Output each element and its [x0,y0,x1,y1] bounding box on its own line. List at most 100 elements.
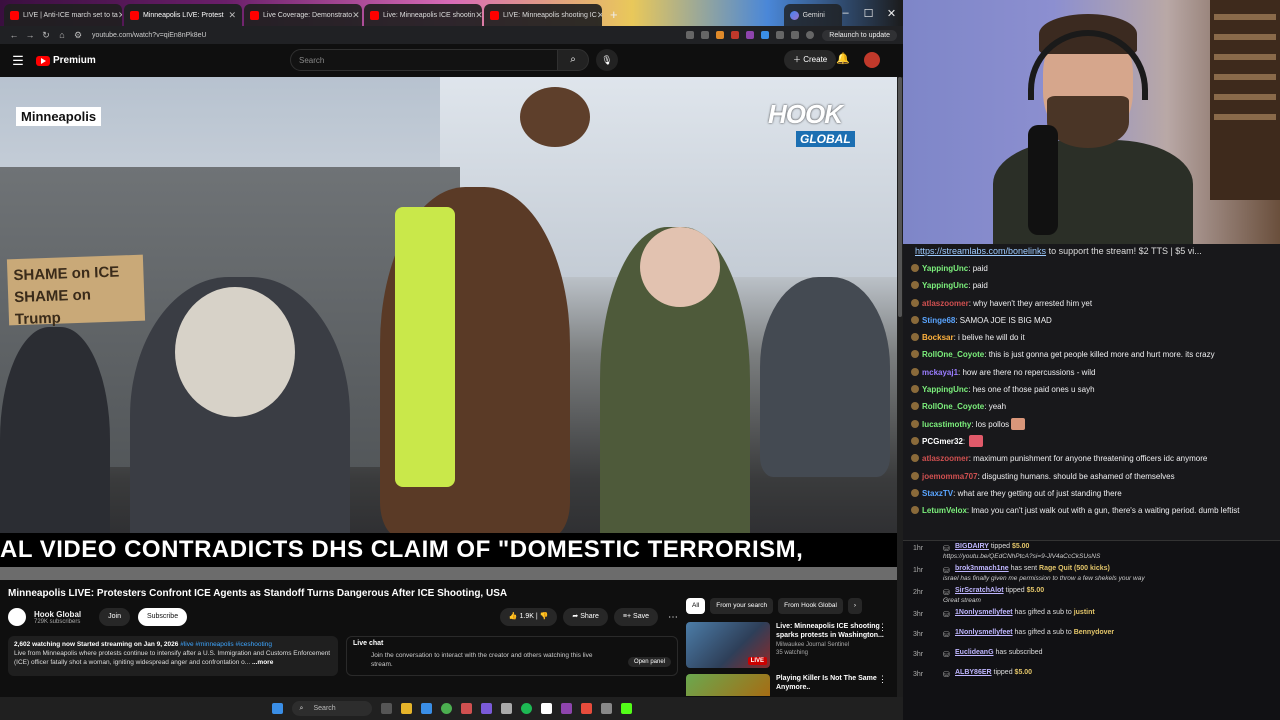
alert-username[interactable]: 1Nonlysmellyfeet [955,629,1013,636]
kick-icon[interactable] [620,703,632,714]
alert-username[interactable]: brok3nmach1ne [955,565,1009,572]
chat-username[interactable]: Stinge68 [922,316,955,325]
chips-next-icon[interactable]: › [847,598,863,614]
browser-tab[interactable]: Live: Minneapolis ICE shootin ✕ [364,4,482,26]
alert-username[interactable]: EuclideanG [955,649,994,656]
url-field[interactable]: youtube.com/watch?v=qiEn8nPk8eU [92,32,686,39]
hamburger-menu-icon[interactable]: ☰ [0,53,36,69]
bookmark-star-icon[interactable] [701,31,710,39]
show-more-link[interactable]: ...more [252,659,273,666]
puzzle-icon[interactable] [791,31,800,39]
scrollbar-thumb[interactable] [898,77,902,317]
discord-icon[interactable] [480,703,492,714]
video-thumbnail[interactable] [686,674,770,696]
youtube-logo[interactable]: Premium [36,55,96,66]
chat-username[interactable]: atlaszoomer [922,454,969,463]
chip-all[interactable]: All [686,598,706,614]
extension-icon[interactable] [776,31,785,39]
home-icon[interactable]: ⌂ [54,30,70,40]
taskbar-search[interactable]: Search [291,701,372,716]
new-tab-button[interactable]: + [604,7,624,22]
alert-username[interactable]: ALBY86ER [955,669,992,676]
like-button[interactable]: 👍 1.9K | 👎 [499,608,558,626]
close-window-icon[interactable]: ✕ [880,7,903,20]
chat-username[interactable]: StaxzTV [922,489,953,498]
alert-username[interactable]: SirScratchAlot [955,587,1004,594]
relaunch-button[interactable]: Relaunch to update [822,29,897,41]
back-arrow-icon[interactable]: ← [6,30,22,40]
search-icon[interactable]: ⌕ [557,49,589,71]
chip-from-search[interactable]: From your search [710,598,774,614]
channel-name[interactable]: Hook Global [34,610,81,619]
close-tab-icon[interactable]: ✕ [118,10,122,21]
chat-username[interactable]: YappingUnc [922,264,968,273]
extension-icon[interactable] [716,31,725,39]
profile-icon[interactable] [806,31,815,39]
close-tab-icon[interactable]: ✕ [597,10,602,21]
video-player[interactable]: SHAME on ICE SHAME on Trump Minneapolis … [0,77,897,580]
close-tab-icon[interactable]: ✕ [228,10,236,21]
chat-username[interactable]: RollOne_Coyote [922,402,984,411]
video-description[interactable]: 2,602 watching now Started streaming on … [8,636,338,676]
app-icon[interactable] [600,703,612,714]
chat-username[interactable]: YappingUnc [922,281,968,290]
site-info-icon[interactable]: ⚙ [70,30,86,41]
notifications-bell-icon[interactable]: 🔔 [836,52,850,65]
file-explorer-icon[interactable] [400,703,412,714]
microphone-icon[interactable]: 🎙 [596,49,618,71]
app-icon[interactable] [580,703,592,714]
chat-username[interactable]: atlaszoomer [922,299,969,308]
open-panel-button[interactable]: Open panel [627,657,671,667]
extension-icon[interactable] [746,31,755,39]
more-actions-icon[interactable]: ⋯ [668,612,678,623]
browser-tab[interactable]: LIVE | Anti-ICE march set to ta ✕ [4,4,122,26]
recommended-video[interactable]: Playing Killer Is Not The Same Anymore..… [686,674,891,696]
thumbs-down-icon[interactable]: 👎 [540,613,549,620]
spotify-icon[interactable] [520,703,532,714]
edge-icon[interactable] [420,703,432,714]
extension-icon[interactable] [686,31,695,39]
chat-username[interactable]: PCGmer32 [922,437,963,446]
extension-icon[interactable] [761,31,770,39]
save-button[interactable]: ≡+ Save [613,608,658,626]
chrome-icon[interactable] [440,703,452,714]
more-options-icon[interactable]: ⋮ [878,622,887,633]
account-avatar[interactable] [864,52,880,68]
windows-start-icon[interactable] [271,703,283,714]
chat-username[interactable]: mckayaj1 [922,368,958,377]
recommended-video[interactable]: LIVE Live: Minneapolis ICE shooting spar… [686,622,891,670]
chat-username[interactable]: lucastimothy [922,420,971,429]
video-thumbnail[interactable]: LIVE [686,622,770,668]
channel-avatar[interactable] [8,608,26,626]
streamlabs-link[interactable]: https://streamlabs.com/bonelinks [915,246,1046,256]
gemini-tab[interactable]: Gemini [783,4,842,26]
task-view-icon[interactable] [380,703,392,714]
create-button[interactable]: ＋ Create [784,50,837,70]
reload-icon[interactable]: ↻ [38,30,54,41]
close-tab-icon[interactable]: ✕ [475,10,482,21]
forward-arrow-icon[interactable]: → [22,30,38,40]
chip-from-channel[interactable]: From Hook Global [778,598,843,614]
subscribe-button[interactable]: Subscribe [137,608,188,626]
browser-tab[interactable]: Live Coverage: Demonstrato ✕ [244,4,362,26]
more-options-icon[interactable]: ⋮ [878,674,887,685]
app-icon[interactable] [500,703,512,714]
join-button[interactable]: Join [99,608,130,626]
app-icon[interactable] [540,703,552,714]
app-icon[interactable] [460,703,472,714]
share-button[interactable]: ➦ Share [563,608,608,626]
search-input[interactable]: Search [290,49,558,71]
minimize-icon[interactable]: – [834,7,857,19]
chat-username[interactable]: LetumVelox [922,506,967,515]
close-tab-icon[interactable]: ✕ [352,10,360,21]
video-progress-bar[interactable] [0,567,897,580]
chat-username[interactable]: joemomma707 [922,472,978,481]
chat-username[interactable]: RollOne_Coyote [922,350,984,359]
maximize-icon[interactable]: ☐ [857,7,880,20]
chat-username[interactable]: Bocksar [922,333,954,342]
browser-tab[interactable]: LIVE: Minneapolis shooting IC ✕ [484,4,602,26]
extension-icon[interactable] [731,31,740,39]
alert-username[interactable]: BIGDAIRY [955,543,989,550]
app-icon[interactable] [560,703,572,714]
alert-username[interactable]: 1Nonlysmellyfeet [955,609,1013,616]
